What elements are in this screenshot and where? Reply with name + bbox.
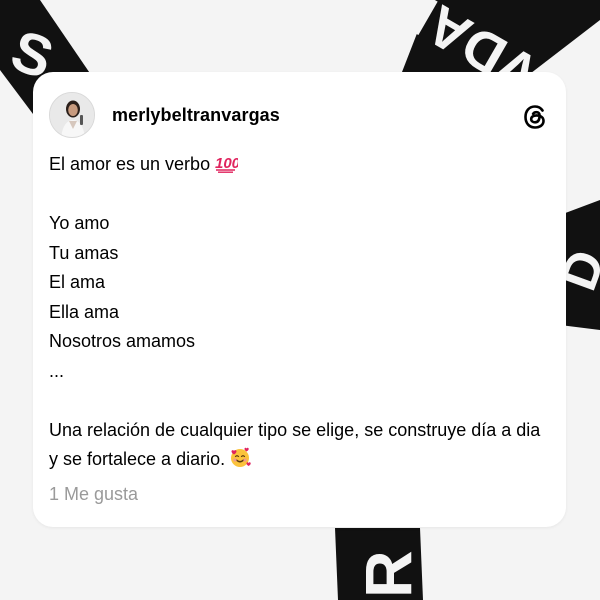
bottom-band: R: [335, 528, 425, 600]
hundred-points-icon: 100: [215, 155, 238, 173]
avatar[interactable]: [49, 92, 95, 138]
post-line: El amor es un verbo 100: [49, 150, 549, 180]
post-text: El amor es un verbo 100 Yo amo Tu amas E…: [49, 150, 549, 475]
post-line: Ella ama: [49, 301, 120, 322]
svg-text:R: R: [351, 550, 425, 598]
smiling-face-with-hearts-icon: [231, 447, 251, 467]
post-blank-line: [49, 180, 549, 210]
post-line: Tu amas: [49, 242, 119, 263]
post-blank-line: [49, 386, 549, 416]
threads-logo-icon[interactable]: [520, 102, 550, 132]
post-paragraph: Una relación de cualquier tipo se elige,…: [49, 416, 549, 475]
post-line: Nosotros amamos: [49, 331, 196, 351]
post-line: El ama: [49, 272, 106, 292]
post-line: ...: [49, 360, 65, 381]
post-paragraph-text: Una relación de cualquier tipo se elige,…: [49, 419, 541, 470]
avatar-photo: [50, 93, 94, 137]
likes-count[interactable]: 1 Me gusta: [49, 484, 138, 505]
post-line-text: El amor es un verbo: [49, 154, 211, 174]
post-line: Yo amo: [49, 213, 110, 233]
username[interactable]: merlybeltranvargas: [112, 105, 280, 126]
threads-post-card[interactable]: merlybeltranvargas El amor es un verbo 1…: [33, 72, 566, 527]
